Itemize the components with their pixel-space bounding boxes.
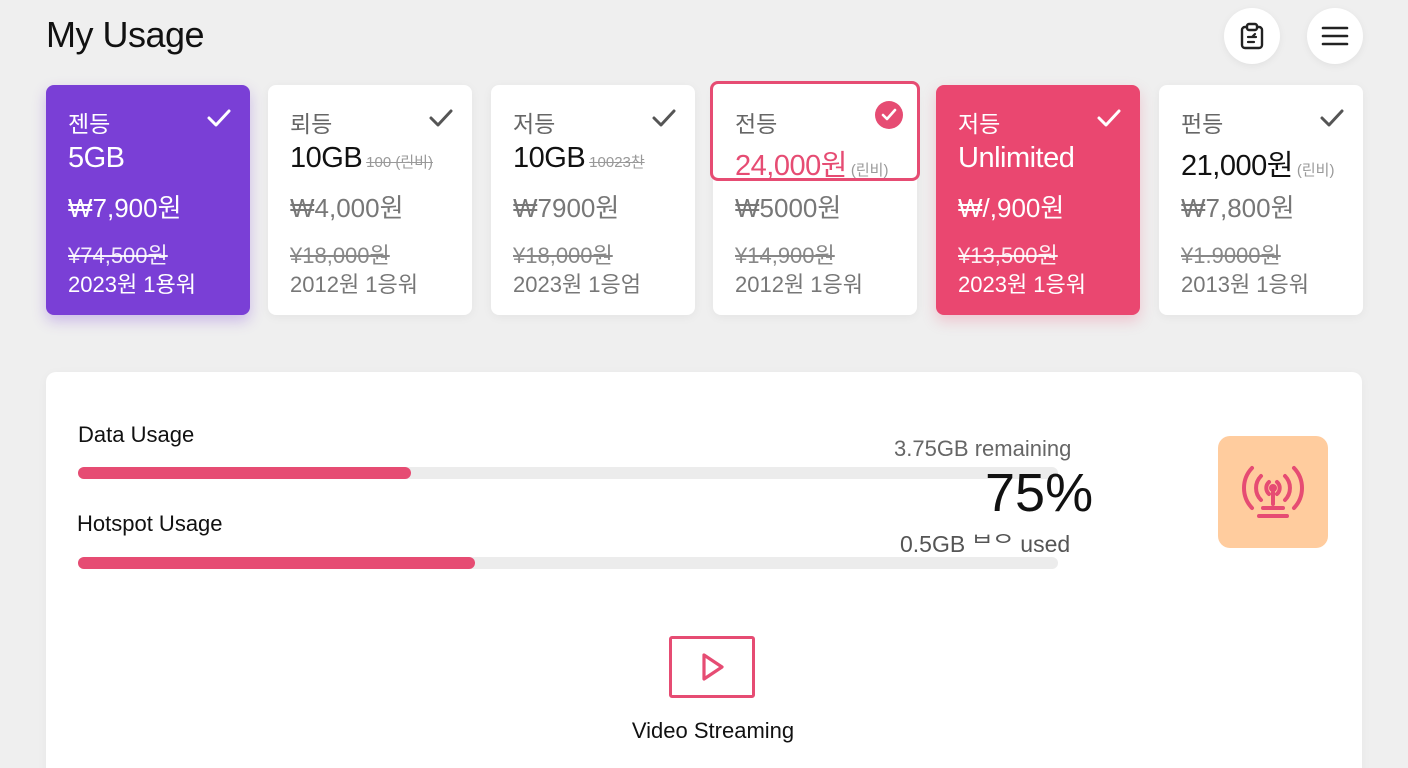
plan-old-price: ¥1.9000원 xyxy=(1181,243,1281,268)
plan-date: 2023원 1응엄 xyxy=(513,272,642,297)
plan-date: 2012원 1응워 xyxy=(290,272,419,297)
usage-page: My Usage 젠등 5GB ₩7,900원 ¥74,500원 2023원 1… xyxy=(0,0,1408,768)
usage-percent: 75% xyxy=(985,463,1094,523)
data-usage-fill xyxy=(78,467,412,479)
plan-data: 10GB xyxy=(290,142,363,174)
plan-name: 전등 xyxy=(735,111,778,137)
plan-card-1[interactable]: 젠등 5GB ₩7,900원 ¥74,500원 2023원 1용워 xyxy=(46,85,250,315)
plan-data: 10GB xyxy=(513,142,586,174)
plan-name: 뢰등 xyxy=(290,111,333,137)
plan-name: 저등 xyxy=(958,111,1001,137)
check-icon xyxy=(652,109,676,127)
plan-name: 젠등 xyxy=(68,111,111,137)
menu-button[interactable] xyxy=(1307,8,1363,64)
plan-data: 21,000원 xyxy=(1181,150,1293,182)
clipboard-button[interactable] xyxy=(1224,8,1280,64)
data-usage-bar xyxy=(78,467,1058,479)
plan-note: 10023찬 xyxy=(589,154,645,171)
plan-date: 2013원 1응워 xyxy=(1181,272,1310,297)
plan-date: 2023원 1용워 xyxy=(68,272,197,297)
plan-old-price: ¥18,000원 xyxy=(513,243,613,268)
plan-old-price: ¥18,000원 xyxy=(290,243,390,268)
plan-price: ₩7900원 xyxy=(513,193,620,223)
plan-name: 저등 xyxy=(513,111,556,137)
plan-price: ₩7,800원 xyxy=(1181,193,1295,223)
plan-price: ₩5000원 xyxy=(735,193,842,223)
plan-card-6[interactable]: 펀등 21,000원 (린비) ₩7,800원 ¥1.9000원 2013원 1… xyxy=(1159,85,1363,315)
plan-card-2[interactable]: 뢰등 10GB 100 (린비) ₩4,000원 ¥18,000원 2012원 … xyxy=(268,85,472,315)
check-icon xyxy=(207,109,231,127)
plan-date: 2023원 1응워 xyxy=(958,272,1087,297)
plan-data: 24,000원 xyxy=(735,150,847,182)
plan-card-5[interactable]: 저등 Unlimited ₩/,900원 ¥13,500원 2023원 1응워 xyxy=(936,85,1140,315)
plan-data: Unlimited xyxy=(958,142,1075,174)
hotspot-usage-fill xyxy=(78,557,475,569)
plan-price: ₩/,900원 xyxy=(958,193,1065,223)
usage-panel: Data Usage 3.75GB remaining 75% Hotspot … xyxy=(46,372,1362,768)
plan-name: 펀등 xyxy=(1181,111,1224,137)
check-icon xyxy=(1097,109,1121,127)
plan-old-price: ¥13,500원 xyxy=(958,243,1058,268)
plan-date: 2012원 1응워 xyxy=(735,272,864,297)
plan-price: ₩7,900원 xyxy=(68,193,182,223)
check-icon xyxy=(1320,109,1344,127)
page-title: My Usage xyxy=(46,14,205,55)
plan-note: (린비) xyxy=(850,162,889,179)
plan-card-4[interactable]: 전등 24,000원 (린비) ₩5000원 ¥14,900원 2012원 1응… xyxy=(710,81,920,315)
check-icon xyxy=(429,109,453,127)
check-circle-icon xyxy=(875,101,903,129)
hotspot-icon xyxy=(1242,466,1304,518)
remaining-text: 3.75GB remaining xyxy=(894,436,1072,461)
menu-icon xyxy=(1321,26,1349,46)
plan-card-3[interactable]: 저등 10GB 10023찬 ₩7900원 ¥18,000원 2023원 1응엄 xyxy=(491,85,695,315)
data-usage-label: Data Usage xyxy=(78,422,195,447)
plan-note: 100 (린비) xyxy=(366,154,433,171)
plan-note: (린비) xyxy=(1296,162,1335,179)
plan-old-price: ¥74,500원 xyxy=(68,243,168,268)
used-text: 0.5GB ᄇᄋ used xyxy=(900,531,1071,557)
video-streaming-label: Video Streaming xyxy=(631,718,795,743)
hotspot-usage-label: Hotspot Usage xyxy=(77,511,223,536)
play-icon xyxy=(702,653,724,681)
clipboard-icon xyxy=(1240,22,1264,50)
video-streaming-button[interactable] xyxy=(669,636,755,698)
plan-price: ₩4,000원 xyxy=(290,193,404,223)
plan-old-price: ¥14,900원 xyxy=(735,243,835,268)
hotspot-button[interactable] xyxy=(1218,436,1328,548)
plan-data: 5GB xyxy=(68,142,125,174)
